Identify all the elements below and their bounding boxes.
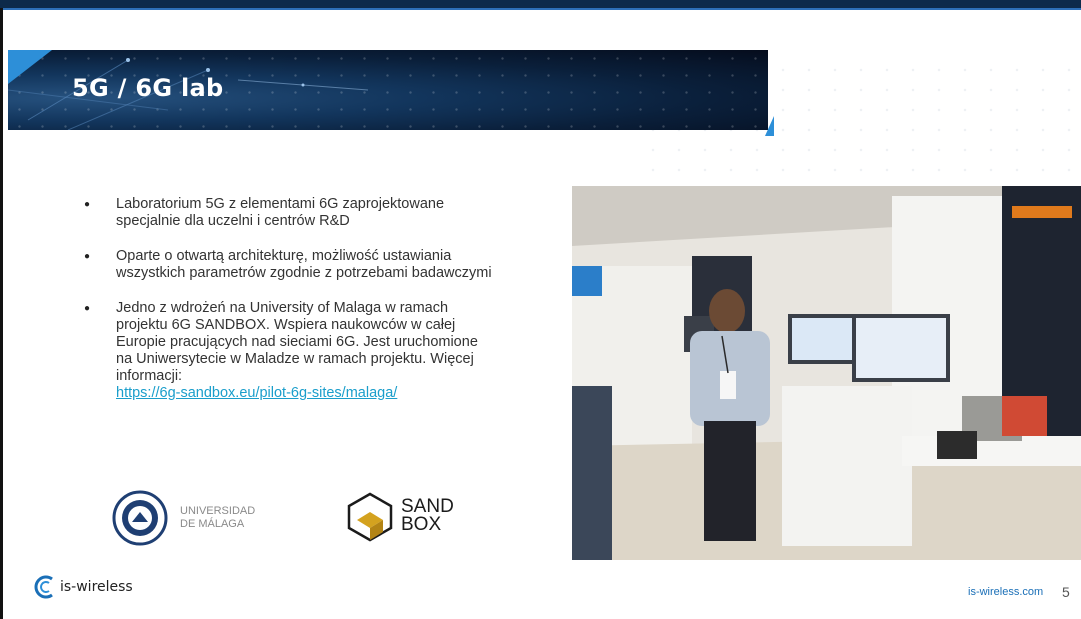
footer-website: is-wireless.com (968, 586, 1044, 598)
banner-corner-accent (765, 116, 774, 136)
malaga-pilot-link[interactable]: https://6g-sandbox.eu/pilot-6g-sites/mal… (116, 385, 397, 401)
title-banner: 5G / 6G lab (8, 50, 768, 130)
6g-sandbox-logo: SAND BOX (345, 490, 454, 542)
uma-seal-icon (112, 490, 168, 546)
is-wireless-swirl-icon (34, 575, 53, 599)
universidad-de-malaga-logo: UNIVERSIDAD DE MÁLAGA (112, 490, 255, 546)
slide-title: 5G / 6G lab (72, 74, 224, 102)
bullet-list: Laboratorium 5G z elementami 6G zaprojek… (82, 196, 492, 420)
bullet-item: Oparte o otwartą architekturę, możliwość… (82, 248, 492, 282)
banner-accent-triangle (8, 50, 52, 84)
page-number: 5 (1062, 584, 1070, 600)
is-wireless-logo: is-wireless (32, 575, 133, 599)
bullet-item: Jedno z wdrożeń na University of Malaga … (82, 300, 492, 402)
sandbox-cube-icon (347, 492, 393, 542)
bullet-item: Laboratorium 5G z elementami 6G zaprojek… (82, 196, 492, 230)
lab-photo (572, 186, 1081, 560)
